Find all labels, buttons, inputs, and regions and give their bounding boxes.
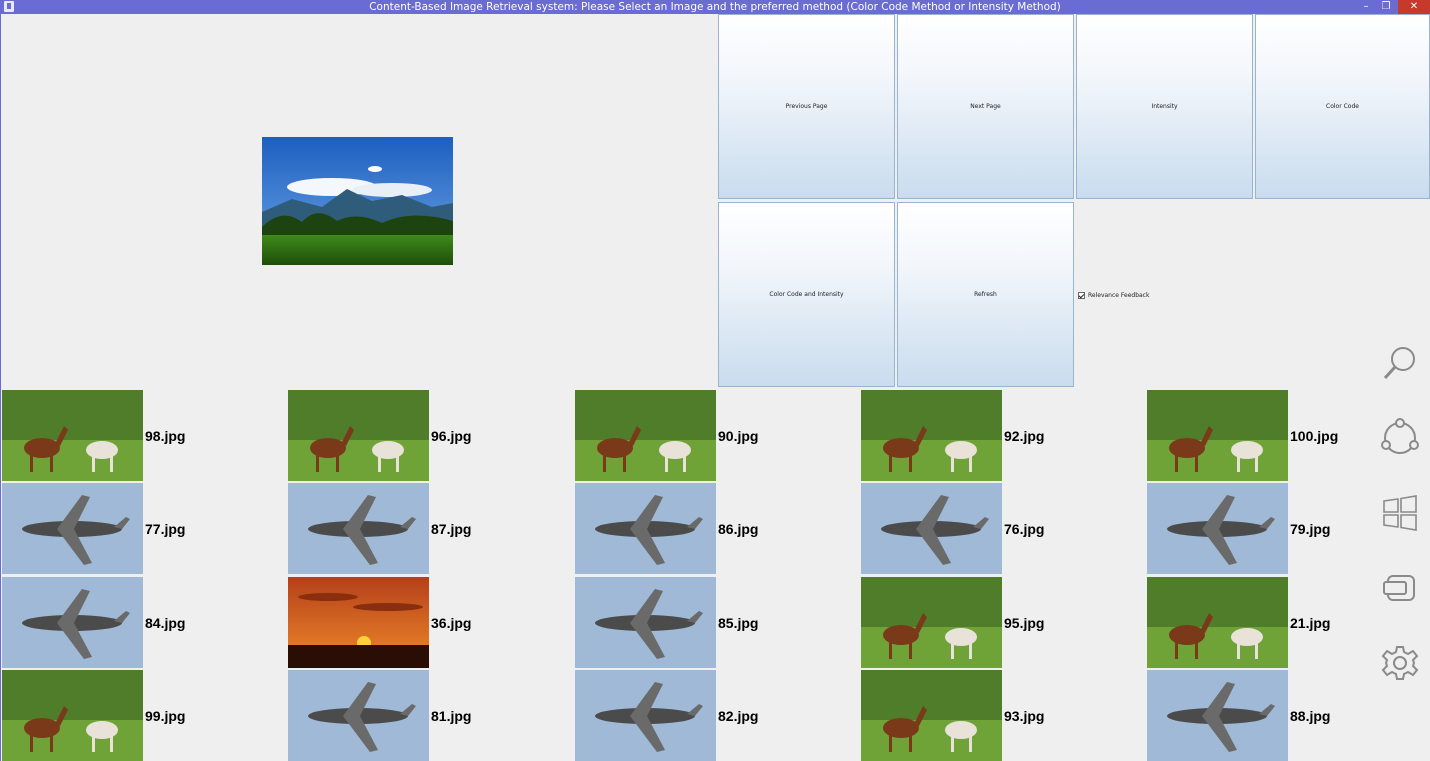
- result-thumbnail[interactable]: [288, 483, 429, 574]
- result-filename: 87.jpg: [431, 521, 472, 537]
- result-thumbnail[interactable]: [575, 670, 716, 761]
- result-thumbnail[interactable]: [1147, 670, 1288, 761]
- result-filename: 100.jpg: [1290, 428, 1339, 444]
- result-filename: 96.jpg: [431, 428, 472, 444]
- result-filename: 86.jpg: [718, 521, 759, 537]
- result-filename: 21.jpg: [1290, 615, 1331, 631]
- color-code-button[interactable]: Color Code: [1255, 14, 1430, 199]
- result-filename: 93.jpg: [1004, 708, 1045, 724]
- result-filename: 95.jpg: [1004, 615, 1045, 631]
- result-thumbnail[interactable]: [2, 483, 143, 574]
- result-filename: 76.jpg: [1004, 521, 1045, 537]
- share-icon[interactable]: [1380, 418, 1420, 458]
- result-filename: 98.jpg: [145, 428, 186, 444]
- result-thumbnail[interactable]: [2, 670, 143, 761]
- settings-icon[interactable]: [1380, 643, 1420, 683]
- result-thumbnail[interactable]: [575, 483, 716, 574]
- app-window: Content-Based Image Retrieval system: Pl…: [0, 0, 1430, 761]
- result-thumbnail[interactable]: [861, 390, 1002, 481]
- result-thumbnail[interactable]: [288, 670, 429, 761]
- result-filename: 90.jpg: [718, 428, 759, 444]
- result-thumbnail[interactable]: [861, 483, 1002, 574]
- close-button[interactable]: ✕: [1398, 0, 1430, 14]
- result-filename: 85.jpg: [718, 615, 759, 631]
- result-thumbnail[interactable]: [861, 577, 1002, 668]
- relevance-feedback-checkbox[interactable]: Relevance Feedback: [1078, 290, 1149, 300]
- start-icon[interactable]: [1380, 493, 1420, 533]
- result-filename: 79.jpg: [1290, 521, 1331, 537]
- search-icon[interactable]: [1380, 343, 1420, 383]
- result-filename: 77.jpg: [145, 521, 186, 537]
- query-image[interactable]: [262, 137, 453, 265]
- title-bar: Content-Based Image Retrieval system: Pl…: [0, 0, 1430, 14]
- color-code-and-intensity-button[interactable]: Color Code and Intensity: [718, 202, 895, 387]
- result-filename: 81.jpg: [431, 708, 472, 724]
- result-thumbnail[interactable]: [575, 390, 716, 481]
- result-filename: 82.jpg: [718, 708, 759, 724]
- result-thumbnail[interactable]: [2, 390, 143, 481]
- maximize-button[interactable]: ❐: [1378, 0, 1394, 14]
- result-thumbnail[interactable]: [2, 577, 143, 668]
- result-filename: 36.jpg: [431, 615, 472, 631]
- result-thumbnail[interactable]: [861, 670, 1002, 761]
- result-thumbnail[interactable]: [575, 577, 716, 668]
- result-filename: 92.jpg: [1004, 428, 1045, 444]
- next-page-button[interactable]: Next Page: [897, 14, 1074, 199]
- previous-page-button[interactable]: Previous Page: [718, 14, 895, 199]
- result-filename: 84.jpg: [145, 615, 186, 631]
- result-thumbnail[interactable]: [288, 577, 429, 668]
- minimize-button[interactable]: –: [1358, 0, 1374, 14]
- checkbox-checked[interactable]: [1078, 291, 1085, 299]
- window-title: Content-Based Image Retrieval system: Pl…: [369, 1, 1061, 13]
- result-filename: 99.jpg: [145, 708, 186, 724]
- result-thumbnail[interactable]: [1147, 390, 1288, 481]
- relevance-feedback-label: Relevance Feedback: [1088, 291, 1150, 299]
- refresh-button[interactable]: Refresh: [897, 202, 1074, 387]
- result-thumbnail[interactable]: [288, 390, 429, 481]
- result-thumbnail[interactable]: [1147, 483, 1288, 574]
- window-border: [0, 14, 1, 761]
- java-app-icon: [4, 1, 14, 12]
- result-filename: 88.jpg: [1290, 708, 1331, 724]
- devices-icon[interactable]: [1380, 568, 1420, 608]
- result-thumbnail[interactable]: [1147, 577, 1288, 668]
- intensity-button[interactable]: Intensity: [1076, 14, 1253, 199]
